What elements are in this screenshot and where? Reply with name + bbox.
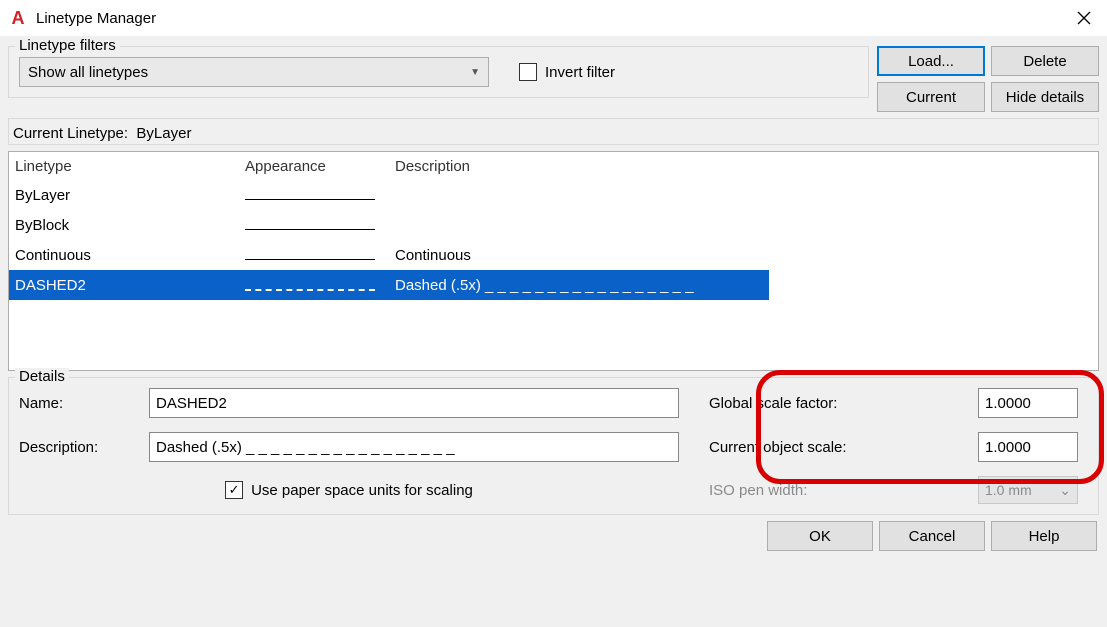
list-item-name: ByLayer [9, 185, 239, 206]
filters-legend: Linetype filters [15, 37, 120, 54]
annotation-highlight [770, 384, 1090, 470]
list-item-appearance [239, 248, 389, 262]
help-button[interactable]: Help [991, 521, 1097, 551]
close-button[interactable] [1061, 0, 1107, 36]
list-item-name: ByBlock [9, 215, 239, 236]
current-linetype-label: Current Linetype: ByLayer [8, 118, 1099, 145]
iso-pen-width-label: ISO pen width: [679, 482, 978, 499]
title-bar: A Linetype Manager [0, 0, 1107, 36]
col-description[interactable]: Description [389, 154, 769, 179]
list-item-name: Continuous [9, 245, 239, 266]
list-header: Linetype Appearance Description [9, 152, 769, 180]
app-icon: A [8, 8, 28, 28]
paperspace-label: Use paper space units for scaling [251, 482, 473, 499]
window-title: Linetype Manager [36, 10, 156, 27]
table-row[interactable]: ByLayer [9, 180, 769, 210]
list-item-description [389, 193, 769, 197]
list-item-name: DASHED2 [9, 275, 239, 296]
paperspace-checkbox[interactable]: ✓ Use paper space units for scaling [225, 481, 473, 499]
chevron-down-icon: ▼ [470, 67, 480, 78]
invert-filter-checkbox[interactable]: Invert filter [519, 63, 615, 81]
list-item-appearance [239, 278, 389, 293]
name-label: Name: [19, 395, 149, 412]
linetype-list[interactable]: Linetype Appearance Description ByLayer B… [8, 151, 1099, 371]
table-row[interactable]: DASHED2 Dashed (.5x) _ _ _ _ _ _ _ _ _ _ … [9, 270, 769, 300]
checkbox-box-icon [519, 63, 537, 81]
delete-button[interactable]: Delete [991, 46, 1099, 76]
list-item-appearance [239, 188, 389, 202]
description-input[interactable] [149, 432, 679, 462]
col-appearance[interactable]: Appearance [239, 154, 389, 179]
list-item-description [389, 223, 769, 227]
invert-filter-label: Invert filter [545, 64, 615, 81]
table-row[interactable]: ByBlock [9, 210, 769, 240]
col-linetype[interactable]: Linetype [9, 154, 239, 179]
list-item-appearance [239, 218, 389, 232]
load-button[interactable]: Load... [877, 46, 985, 76]
name-input[interactable] [149, 388, 679, 418]
list-item-description: Continuous [389, 245, 769, 266]
linetype-filters-group: Linetype filters Show all linetypes ▼ In… [8, 46, 869, 98]
hide-details-button[interactable]: Hide details [991, 82, 1099, 112]
details-legend: Details [15, 368, 69, 385]
chevron-down-icon: ⌄ [1059, 482, 1071, 499]
ok-button[interactable]: OK [767, 521, 873, 551]
close-icon [1077, 11, 1091, 25]
details-group: Details Name: Global scale factor: Descr… [8, 377, 1099, 515]
list-item-description: Dashed (.5x) _ _ _ _ _ _ _ _ _ _ _ _ _ _… [389, 275, 769, 296]
description-label: Description: [19, 439, 149, 456]
filter-dropdown[interactable]: Show all linetypes ▼ [19, 57, 489, 87]
table-row[interactable]: Continuous Continuous [9, 240, 769, 270]
iso-pen-width-select: 1.0 mm ⌄ [978, 476, 1078, 504]
checkbox-box-icon: ✓ [225, 481, 243, 499]
cancel-button[interactable]: Cancel [879, 521, 985, 551]
current-button[interactable]: Current [877, 82, 985, 112]
filter-dropdown-value: Show all linetypes [28, 64, 148, 81]
